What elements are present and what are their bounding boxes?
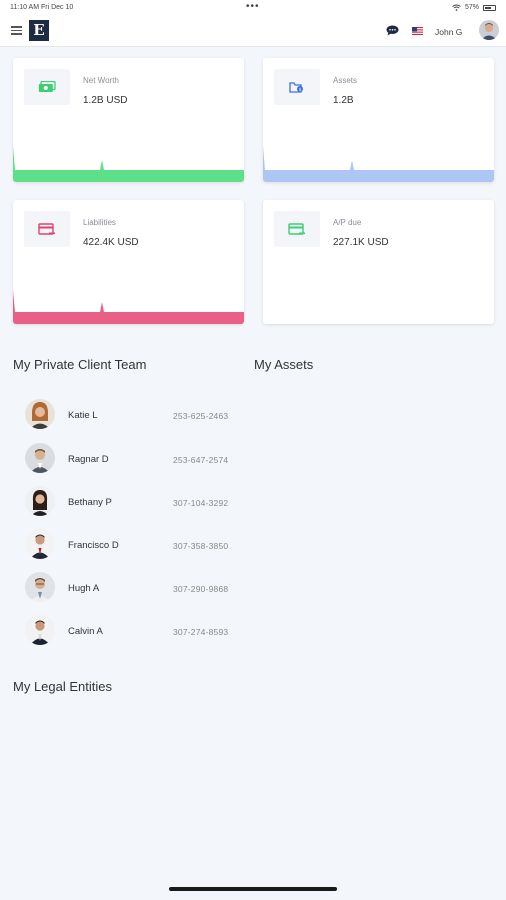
legal-entities-section-title: My Legal Entities xyxy=(13,679,112,694)
chat-icon[interactable] xyxy=(386,25,399,36)
card-label: A/P due xyxy=(333,218,362,227)
team-member-name: Ragnar D xyxy=(68,454,109,465)
user-name[interactable]: John G xyxy=(435,27,462,37)
assets-section-title: My Assets xyxy=(254,357,314,372)
app-header: E John G xyxy=(0,14,506,47)
assets-icon: $ xyxy=(289,82,303,93)
team-member-row[interactable]: Bethany P 307-104-3292 xyxy=(25,486,245,518)
team-member-name: Katie L xyxy=(68,410,98,421)
status-right: 57% xyxy=(452,4,496,11)
team-member-row[interactable]: Calvin A 307-274-8593 xyxy=(25,615,245,647)
team-section-title: My Private Client Team xyxy=(13,357,147,372)
avatar xyxy=(25,615,55,645)
team-member-phone[interactable]: 253-625-2463 xyxy=(173,411,228,421)
team-member-name: Hugh A xyxy=(68,583,100,594)
assets-card[interactable]: $ Assets 1.2B xyxy=(263,58,494,182)
net-worth-icon-box xyxy=(24,69,70,105)
team-member-row[interactable]: Francisco D 307-358-3850 xyxy=(25,529,245,561)
money-icon xyxy=(38,80,56,92)
liabilities-icon-box xyxy=(24,211,70,247)
avatar xyxy=(25,443,55,473)
multitasking-dots: ••• xyxy=(246,1,260,12)
menu-icon[interactable] xyxy=(11,26,22,35)
liabilities-sparkline xyxy=(13,290,244,324)
team-member-row[interactable]: Hugh A 307-290-9868 xyxy=(25,572,245,604)
team-member-phone[interactable]: 307-274-8593 xyxy=(173,627,228,637)
card-value: 1.2B xyxy=(333,95,354,106)
net-worth-sparkline xyxy=(13,146,244,182)
assets-icon-box: $ xyxy=(274,69,320,105)
ap-due-card[interactable]: A/P due 227.1K USD xyxy=(263,200,494,324)
app-logo[interactable]: E xyxy=(29,20,49,41)
status-time: 11:10 AM Fri Dec 10 xyxy=(10,4,74,11)
team-member-name: Francisco D xyxy=(68,540,119,551)
card-label: Assets xyxy=(333,76,358,85)
card-value: 227.1K USD xyxy=(333,237,389,248)
net-worth-card[interactable]: Net Worth 1.2B USD xyxy=(13,58,244,182)
team-member-row[interactable]: Katie L 253-625-2463 xyxy=(25,399,245,431)
team-member-phone[interactable]: 307-358-3850 xyxy=(173,541,228,551)
team-member-phone[interactable]: 253-647-2574 xyxy=(173,455,228,465)
team-member-phone[interactable]: 307-104-3292 xyxy=(173,498,228,508)
liabilities-card[interactable]: Liabilities 422.4K USD xyxy=(13,200,244,324)
battery-icon xyxy=(483,4,496,11)
card-value: 422.4K USD xyxy=(83,237,139,248)
svg-text:$: $ xyxy=(299,87,302,93)
team-member-phone[interactable]: 307-290-9868 xyxy=(173,584,228,594)
card-value: 1.2B USD xyxy=(83,95,128,106)
team-member-row[interactable]: Ragnar D 253-647-2574 xyxy=(25,443,245,475)
user-avatar[interactable] xyxy=(479,20,499,40)
card-label: Liabilities xyxy=(83,218,116,227)
us-flag-icon[interactable] xyxy=(412,27,423,35)
assets-sparkline xyxy=(263,146,494,182)
battery-percent: 57% xyxy=(464,4,479,11)
avatar xyxy=(25,399,55,429)
avatar xyxy=(25,529,55,559)
card-label: Net Worth xyxy=(83,76,119,85)
home-indicator[interactable] xyxy=(169,887,337,891)
ap-due-icon-box xyxy=(274,211,320,247)
avatar xyxy=(25,486,55,516)
team-member-name: Bethany P xyxy=(68,497,112,508)
status-bar: 11:10 AM Fri Dec 10 ••• 57% xyxy=(0,0,506,14)
avatar xyxy=(25,572,55,602)
team-member-name: Calvin A xyxy=(68,626,103,637)
wifi-icon xyxy=(452,4,461,11)
credit-card-icon xyxy=(288,222,305,235)
credit-card-icon xyxy=(38,222,55,235)
